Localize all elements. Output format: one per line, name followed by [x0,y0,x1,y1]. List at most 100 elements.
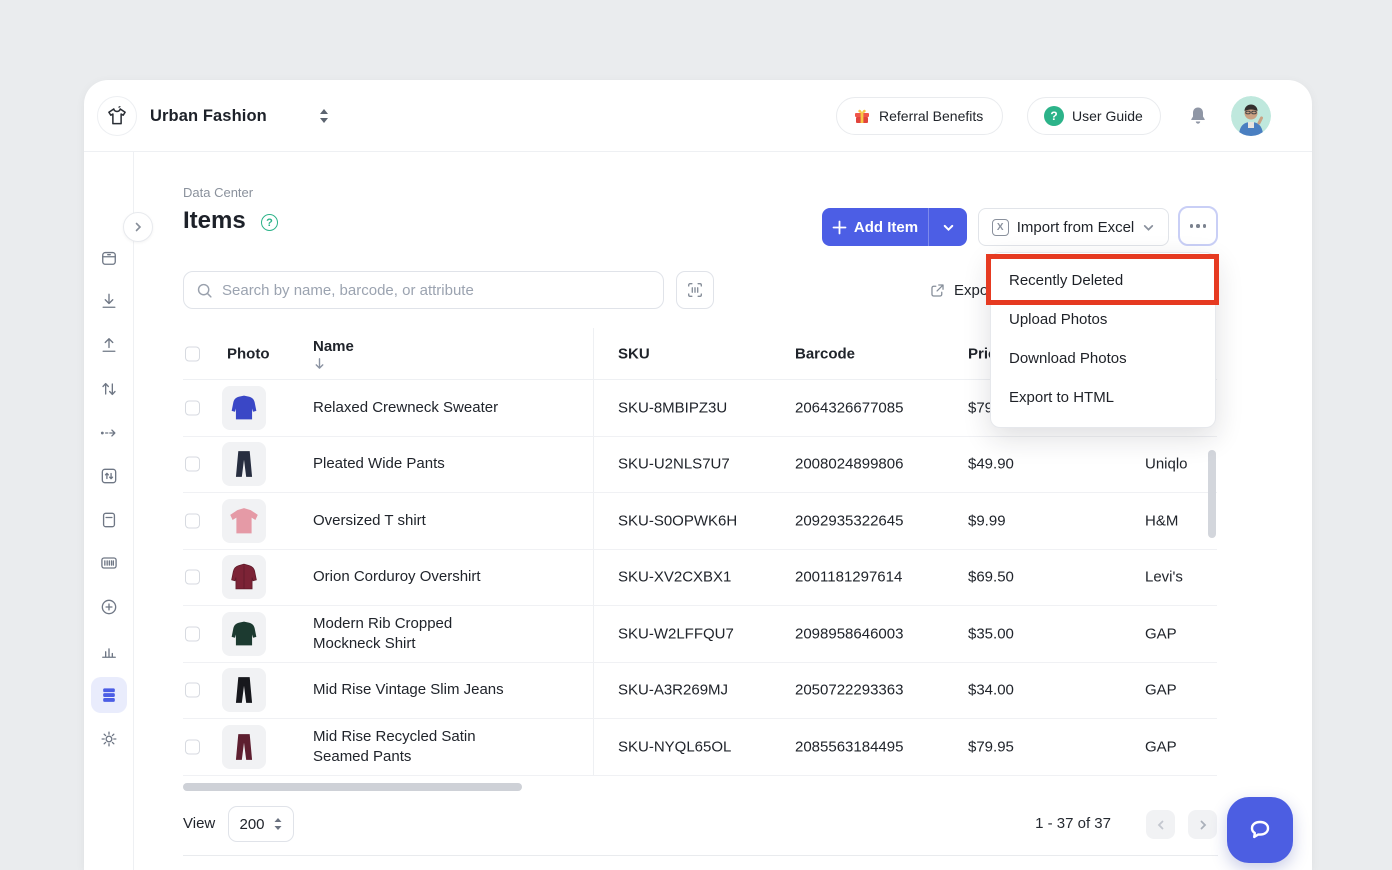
sidebar-item-data-center[interactable] [91,677,127,713]
add-item-main[interactable]: Add Item [822,208,929,246]
row-checkbox[interactable] [185,400,200,415]
add-circle-icon [99,597,119,617]
previous-page-button[interactable] [1146,810,1175,839]
column-header-barcode[interactable]: Barcode [795,345,855,362]
table-row[interactable]: Orion Corduroy Overshirt SKU-XV2CXBX1 20… [183,550,1217,607]
tshirt-logo-icon [104,103,130,129]
sidebar-item-add-circle[interactable] [97,595,121,619]
excel-file-icon: X [992,219,1009,236]
data-center-icon [99,685,119,705]
item-price: $35.00 [968,625,1014,642]
select-all-checkbox[interactable] [185,346,200,361]
workspace-name[interactable]: Urban Fashion [150,80,267,152]
sidebar-item-analytics[interactable] [97,639,121,663]
brand-logo[interactable] [97,96,137,136]
sidebar-item-products[interactable] [97,246,121,270]
pagination-range: 1 - 37 of 37 [1035,815,1111,832]
add-item-button[interactable]: Add Item [822,208,967,246]
sidebar-item-dispatch-arrow[interactable] [97,421,121,445]
export-button[interactable]: Export [929,276,997,304]
sidebar-item-stock-adjust[interactable] [97,464,121,488]
chevron-left-icon [1155,819,1167,831]
products-icon [99,248,119,268]
import-from-excel-button[interactable]: X Import from Excel [978,208,1169,246]
item-barcode: 2098958646003 [795,625,903,642]
table-row[interactable]: Mid Rise Recycled Satin Seamed Pants SKU… [183,719,1217,776]
items-help-icon[interactable]: ? [261,214,278,231]
user-guide-button[interactable]: ? User Guide [1027,97,1161,135]
referral-benefits-button[interactable]: Referral Benefits [836,97,1003,135]
search-bar [183,271,664,309]
screen: Urban Fashion Referral Benefits [0,0,1392,870]
sort-desc-icon[interactable] [313,357,360,370]
menu-item-export-to-html[interactable]: Export to HTML [991,378,1215,417]
column-header-name[interactable]: Name [313,338,360,370]
page-size-select[interactable]: 200 [228,806,294,842]
menu-item-recently-deleted[interactable]: Recently Deleted [991,261,1215,300]
product-photo [222,555,266,599]
item-sku: SKU-NYQL65OL [618,738,731,755]
item-barcode: 2085563184495 [795,738,903,755]
item-barcode: 2092935322645 [795,512,903,529]
sidebar-item-upload[interactable] [97,333,121,357]
settings-gear-icon [99,729,119,749]
barcode-scan-button[interactable] [676,271,714,309]
item-vendor: GAP [1145,625,1177,642]
more-actions-menu: Recently DeletedUpload PhotosDownload Ph… [990,252,1216,428]
barcode-icon [99,553,119,573]
item-price: $69.50 [968,569,1014,586]
user-avatar[interactable] [1231,96,1271,136]
item-barcode: 2064326677085 [795,399,903,416]
workspace-switcher-icon[interactable] [318,106,330,126]
table-row[interactable]: Modern Rib Cropped Mockneck Shirt SKU-W2… [183,606,1217,663]
table-row[interactable]: Pleated Wide Pants SKU-U2NLS7U7 20080248… [183,437,1217,494]
table-row[interactable]: Oversized T shirt SKU-S0OPWK6H 209293532… [183,493,1217,550]
referral-benefits-label: Referral Benefits [879,108,983,124]
item-sku: SKU-W2LFFQU7 [618,625,734,642]
item-name: Oversized T shirt [313,511,426,531]
row-checkbox[interactable] [185,457,200,472]
next-page-button[interactable] [1188,810,1217,839]
search-input[interactable] [222,282,651,299]
item-price: $34.00 [968,682,1014,699]
row-checkbox[interactable] [185,626,200,641]
import-excel-label: Import from Excel [1017,219,1135,236]
chevron-down-icon [942,221,955,234]
item-vendor: H&M [1145,512,1178,529]
product-photo [222,386,266,430]
table-body: Relaxed Crewneck Sweater SKU-8MBIPZ3U 20… [183,380,1217,776]
question-circle-icon: ? [1044,106,1064,126]
menu-item-download-photos[interactable]: Download Photos [991,339,1215,378]
sidebar-expand-button[interactable] [123,212,153,242]
item-name: Pleated Wide Pants [313,454,445,474]
select-sorter-icon [273,816,283,832]
table-row[interactable]: Mid Rise Vintage Slim Jeans SKU-A3R269MJ… [183,663,1217,720]
row-checkbox[interactable] [185,570,200,585]
plus-icon [832,220,847,235]
sidebar-item-settings-gear[interactable] [97,727,121,751]
add-item-dropdown-toggle[interactable] [929,208,967,246]
sidebar-item-download[interactable] [97,289,121,313]
sidebar-item-barcode[interactable] [97,551,121,575]
column-header-photo[interactable]: Photo [227,345,270,362]
row-checkbox[interactable] [185,739,200,754]
horizontal-scrollbar-thumb[interactable] [183,783,522,791]
barcode-scan-icon [686,281,704,299]
column-header-sku[interactable]: SKU [618,345,650,362]
menu-item-upload-photos[interactable]: Upload Photos [991,300,1215,339]
product-photo [222,668,266,712]
sidebar-item-transfer[interactable] [97,377,121,401]
sidebar-item-document[interactable] [97,508,121,532]
vertical-scrollbar-thumb[interactable] [1208,450,1216,538]
product-photo [222,612,266,656]
gift-icon [853,107,871,125]
item-vendor: Levi's [1145,569,1183,586]
notifications-bell-icon[interactable] [1186,104,1210,128]
page-title: Items [183,207,246,235]
row-checkbox[interactable] [185,683,200,698]
chevron-right-icon [1197,819,1209,831]
live-chat-button[interactable] [1227,797,1293,863]
row-checkbox[interactable] [185,513,200,528]
topbar: Urban Fashion Referral Benefits [84,80,1312,152]
more-actions-button[interactable] [1178,206,1218,246]
